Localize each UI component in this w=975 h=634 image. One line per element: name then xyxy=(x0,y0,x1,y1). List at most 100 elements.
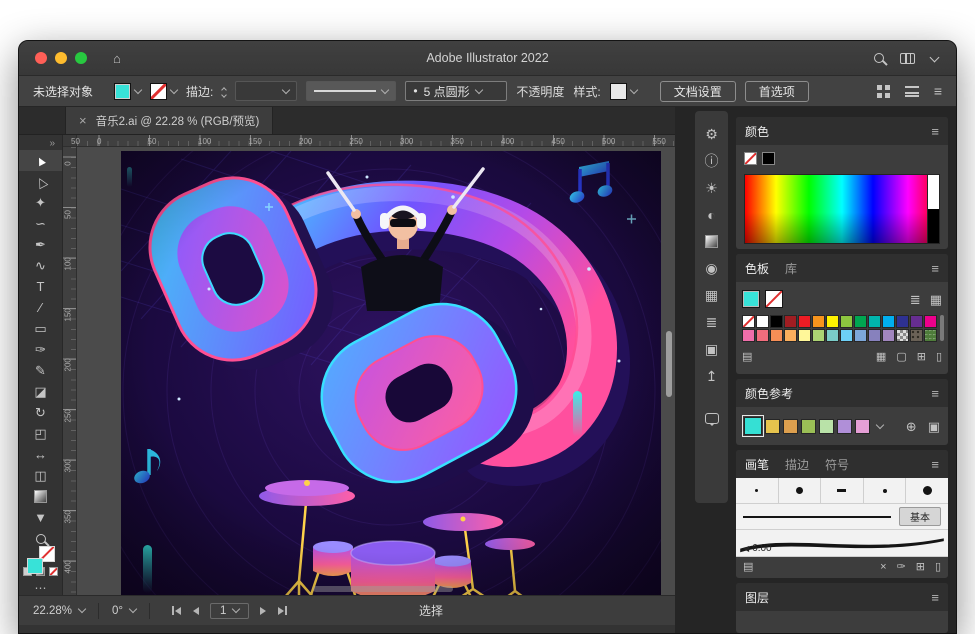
eraser-tool[interactable]: ◪ xyxy=(19,381,62,402)
fill-none-chip[interactable] xyxy=(744,152,757,165)
color-swatch[interactable] xyxy=(784,329,797,342)
none-mode-icon[interactable] xyxy=(49,567,58,576)
color-swatch[interactable] xyxy=(826,329,839,342)
last-artboard-button[interactable] xyxy=(273,606,292,615)
remove-brush-stroke-icon[interactable]: × xyxy=(880,562,886,573)
panel-menu-icon[interactable]: ≡ xyxy=(931,458,939,471)
color-swatch[interactable] xyxy=(924,315,937,328)
brush-basic-row[interactable]: 基本 xyxy=(736,504,948,530)
color-guide-options-icon[interactable]: ▣ xyxy=(928,420,940,433)
tab-brushes[interactable]: 画笔 xyxy=(745,456,769,473)
tab-color[interactable]: 颜色 xyxy=(745,123,769,140)
color-swatch[interactable] xyxy=(765,419,780,434)
previous-artboard-button[interactable] xyxy=(188,607,204,615)
color-swatch[interactable] xyxy=(742,315,755,328)
brightness-icon[interactable]: ☀ xyxy=(705,181,718,195)
color-swatch[interactable] xyxy=(784,315,797,328)
comment-bubble-icon[interactable] xyxy=(705,413,719,424)
brush-calligraphic-row[interactable]: ◀ 6.00 xyxy=(736,530,948,557)
eyedropper-tool[interactable]: ▼ xyxy=(19,507,62,528)
color-swatch[interactable] xyxy=(910,329,923,342)
gradient-tool[interactable] xyxy=(19,486,62,507)
swatch-libraries-icon[interactable]: ▤ xyxy=(742,352,752,363)
delete-brush-icon[interactable]: ▯ xyxy=(935,562,941,573)
color-swatch[interactable] xyxy=(882,329,895,342)
search-icon[interactable] xyxy=(874,53,884,63)
color-swatch[interactable] xyxy=(868,329,881,342)
more-tools-icon[interactable]: ⋯ xyxy=(19,581,62,595)
color-swatch[interactable] xyxy=(812,315,825,328)
black-white-ramp[interactable] xyxy=(927,175,939,243)
brush-options-icon[interactable]: ✑ xyxy=(897,562,906,573)
brush-item[interactable] xyxy=(736,478,779,503)
scale-tool[interactable]: ◰ xyxy=(19,423,62,444)
info-icon[interactable]: ⓘ xyxy=(705,154,719,168)
color-swatch[interactable] xyxy=(826,315,839,328)
brush-definition-dropdown[interactable]: • 5 点圆形 xyxy=(405,81,507,101)
color-fill-stroke-chips[interactable] xyxy=(744,152,940,170)
color-swatch[interactable] xyxy=(896,329,909,342)
color-swatch[interactable] xyxy=(819,419,834,434)
brush-item[interactable] xyxy=(779,478,822,503)
color-spectrum[interactable] xyxy=(744,174,940,244)
color-swatch[interactable] xyxy=(837,419,852,434)
transform-grid-icon[interactable]: ▦ xyxy=(705,288,718,302)
tab-color-guide[interactable]: 颜色参考 xyxy=(745,385,793,402)
swatches-scrollbar[interactable] xyxy=(940,315,944,341)
color-swatch[interactable] xyxy=(798,329,811,342)
document-setup-button[interactable]: 文档设置 xyxy=(660,81,736,102)
artboards-icon[interactable]: ▣ xyxy=(705,342,718,356)
tab-stroke[interactable]: 描边 xyxy=(785,456,809,473)
width-profile-dropdown[interactable] xyxy=(306,81,396,101)
artboard-number-dropdown[interactable]: 1 xyxy=(210,603,249,619)
first-artboard-button[interactable] xyxy=(167,606,186,615)
color-swatch[interactable] xyxy=(801,419,816,434)
color-swatch[interactable] xyxy=(742,329,755,342)
paintbrush-tool[interactable]: ✑ xyxy=(19,339,62,360)
rectangle-tool[interactable]: ▭ xyxy=(19,318,62,339)
brush-item[interactable] xyxy=(821,478,864,503)
properties-gear-icon[interactable]: ⚙ xyxy=(705,127,718,141)
grid-view-icon[interactable] xyxy=(877,85,890,98)
layout-columns-icon[interactable] xyxy=(900,53,915,64)
brush-item[interactable] xyxy=(864,478,907,503)
delete-swatch-icon[interactable]: ▯ xyxy=(936,352,942,363)
shape-builder-tool[interactable]: ◫ xyxy=(19,465,62,486)
color-swatch[interactable] xyxy=(868,315,881,328)
brush-libraries-icon[interactable]: ▤ xyxy=(743,562,753,573)
color-swatch[interactable] xyxy=(756,315,769,328)
vertical-scrollbar[interactable] xyxy=(666,331,672,397)
color-swatch[interactable] xyxy=(812,329,825,342)
fill-chip[interactable] xyxy=(27,558,43,574)
workspace-bars-icon[interactable] xyxy=(905,86,919,97)
zoom-control[interactable]: 22.28% xyxy=(33,605,85,617)
new-swatch-icon[interactable]: ⊞ xyxy=(917,352,926,363)
direct-selection-tool[interactable]: △ xyxy=(19,171,62,192)
edit-colors-globe-icon[interactable]: ⊕ xyxy=(906,420,917,433)
lasso-tool[interactable]: ∽ xyxy=(19,213,62,234)
preferences-button[interactable]: 首选项 xyxy=(745,81,809,102)
current-stroke-swatch[interactable] xyxy=(765,290,783,308)
new-color-group-icon[interactable]: ▢ xyxy=(896,352,906,363)
next-artboard-button[interactable] xyxy=(255,607,271,615)
color-swatch[interactable] xyxy=(840,315,853,328)
fill-color-dropdown[interactable] xyxy=(114,83,141,100)
tab-symbols[interactable]: 符号 xyxy=(825,456,849,473)
swatch-kinds-icon[interactable]: ▦ xyxy=(876,352,886,363)
close-tab-icon[interactable]: × xyxy=(79,113,87,128)
base-color-swatch[interactable] xyxy=(744,417,762,435)
horizontal-scrollbar[interactable] xyxy=(313,586,453,592)
home-icon[interactable]: ⌂ xyxy=(113,52,121,65)
new-brush-icon[interactable]: ⊞ xyxy=(916,562,925,573)
color-swatch[interactable] xyxy=(882,315,895,328)
basic-brush-chip[interactable]: 基本 xyxy=(899,507,941,526)
color-swatch[interactable] xyxy=(798,315,811,328)
fill-stroke-indicator[interactable] xyxy=(27,558,55,562)
color-swatch[interactable] xyxy=(854,315,867,328)
line-segment-tool[interactable]: ∕ xyxy=(19,297,62,318)
color-swatch[interactable] xyxy=(770,329,783,342)
magic-wand-tool[interactable]: ✦ xyxy=(19,192,62,213)
color-swatch[interactable] xyxy=(855,419,870,434)
color-swatch[interactable] xyxy=(756,329,769,342)
type-tool[interactable]: T xyxy=(19,276,62,297)
